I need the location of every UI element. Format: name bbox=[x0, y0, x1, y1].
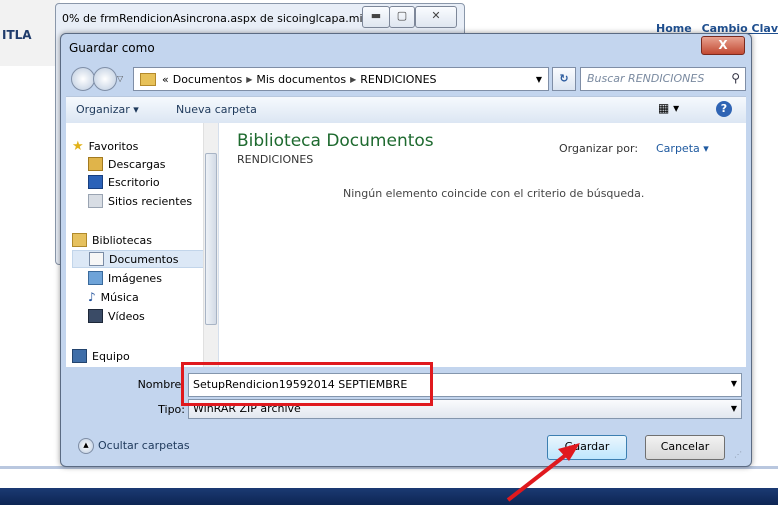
arrow-shaft bbox=[506, 449, 573, 502]
annotation-arrow-icon bbox=[506, 443, 580, 502]
